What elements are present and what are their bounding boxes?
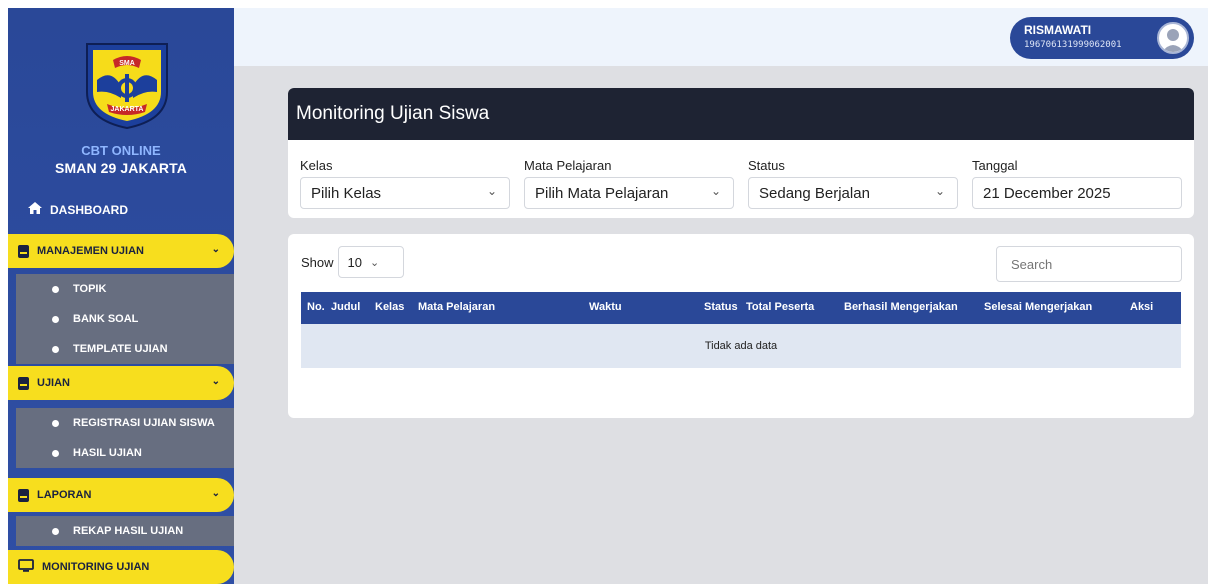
- home-icon: [28, 202, 42, 217]
- filter-label: Status: [748, 158, 785, 173]
- input-value: 21 December 2025: [983, 184, 1111, 202]
- search-input[interactable]: [996, 246, 1182, 282]
- submenu-manajemen-ujian: TOPIK BANK SOAL TEMPLATE UJIAN: [16, 274, 234, 364]
- column-header[interactable]: Status: [704, 301, 738, 313]
- sidebar-item-template-ujian[interactable]: TEMPLATE UJIAN: [16, 334, 234, 364]
- chevron-down-icon: ⌄: [710, 184, 721, 198]
- menu-label: LAPORAN: [37, 489, 92, 501]
- submenu-ujian: REGISTRASI UJIAN SISWA HASIL UJIAN: [16, 408, 234, 468]
- page-title: Monitoring Ujian Siswa: [288, 88, 1194, 140]
- column-header[interactable]: Waktu: [589, 301, 622, 313]
- main-content: Monitoring Ujian Siswa Kelas Pilih Kelas…: [234, 66, 1208, 584]
- chevron-down-icon: ⌄: [211, 244, 220, 255]
- menu-ujian[interactable]: UJIAN ⌄: [8, 366, 234, 400]
- select-value: Pilih Kelas: [311, 184, 382, 202]
- column-header[interactable]: Total Peserta: [746, 301, 814, 313]
- filter-tanggal: Tanggal 21 December 2025: [972, 158, 1182, 209]
- column-header[interactable]: Selesai Mengerjakan: [984, 301, 1092, 313]
- page-size-select[interactable]: 10 ⌄: [337, 246, 404, 278]
- school-logo: SMA JAKARTA: [83, 40, 171, 130]
- document-icon: [18, 244, 29, 258]
- sidebar: SMA JAKARTA CBT ONLINE SMAN 29 JAKARTA D…: [8, 8, 234, 584]
- sidebar-item-label: DASHBOARD: [50, 202, 128, 217]
- menu-monitoring-ujian[interactable]: MONITORING UJIAN: [8, 550, 234, 584]
- kelas-select[interactable]: Pilih Kelas ⌄: [300, 177, 510, 209]
- avatar: [1157, 22, 1189, 54]
- column-header[interactable]: Judul: [331, 301, 360, 313]
- menu-label: UJIAN: [37, 377, 71, 389]
- top-bar: RISMAWATI 196706131999062001: [234, 8, 1208, 66]
- filter-label: Tanggal: [972, 158, 1018, 173]
- sidebar-item-rekap-hasil-ujian[interactable]: REKAP HASIL UJIAN: [16, 516, 234, 546]
- sidebar-item-label: REGISTRASI UJIAN SISWA: [73, 417, 215, 429]
- page-size-control: Show 10 ⌄: [301, 246, 404, 278]
- menu-manajemen-ujian[interactable]: MANAJEMEN UJIAN ⌄: [8, 234, 234, 268]
- document-icon: [18, 488, 29, 502]
- bullet-icon: [52, 285, 59, 293]
- document-icon: [18, 376, 29, 390]
- chevron-down-icon: ⌄: [486, 184, 497, 198]
- tanggal-input[interactable]: 21 December 2025: [972, 177, 1182, 209]
- show-label: Show: [301, 254, 334, 270]
- column-header[interactable]: No.: [307, 301, 325, 313]
- user-menu[interactable]: RISMAWATI 196706131999062001: [1010, 17, 1194, 59]
- column-header[interactable]: Kelas: [375, 301, 404, 313]
- submenu-laporan: REKAP HASIL UJIAN: [16, 516, 234, 546]
- mata-pelajaran-select[interactable]: Pilih Mata Pelajaran ⌄: [524, 177, 734, 209]
- status-select[interactable]: Sedang Berjalan ⌄: [748, 177, 958, 209]
- table-header: No. Judul Kelas Mata Pelajaran Waktu Sta…: [301, 292, 1181, 324]
- filter-mata-pelajaran: Mata Pelajaran Pilih Mata Pelajaran ⌄: [524, 158, 734, 209]
- logo-text-bottom: JAKARTA: [111, 106, 144, 113]
- page-size-value: 10: [347, 254, 362, 270]
- bullet-icon: [52, 419, 59, 427]
- menu-laporan[interactable]: LAPORAN ⌄: [8, 478, 234, 512]
- bullet-icon: [52, 345, 59, 353]
- empty-table-row: Tidak ada data: [301, 324, 1181, 368]
- filter-status: Status Sedang Berjalan ⌄: [748, 158, 958, 209]
- bullet-icon: [52, 315, 59, 323]
- chevron-down-icon: ⌄: [211, 376, 220, 387]
- chevron-down-icon: ⌄: [934, 184, 945, 198]
- school-name: SMAN 29 JAKARTA: [55, 160, 187, 176]
- user-nip: 196706131999062001: [1024, 40, 1122, 50]
- column-header[interactable]: Berhasil Mengerjakan: [844, 301, 958, 313]
- table-card: Show 10 ⌄ No. Judul Kelas Mata Pelajaran…: [288, 234, 1194, 418]
- select-value: Sedang Berjalan: [759, 184, 870, 202]
- sidebar-item-dashboard[interactable]: DASHBOARD: [28, 202, 128, 217]
- menu-label: MONITORING UJIAN: [42, 561, 150, 573]
- column-header[interactable]: Aksi: [1130, 301, 1153, 313]
- sidebar-item-topik[interactable]: TOPIK: [16, 274, 234, 304]
- sidebar-item-label: REKAP HASIL UJIAN: [73, 525, 184, 537]
- chevron-down-icon: ⌄: [370, 256, 380, 269]
- empty-message: Tidak ada data: [704, 340, 778, 352]
- user-name: RISMAWATI: [1024, 23, 1092, 37]
- bullet-icon: [52, 527, 59, 535]
- sidebar-item-label: BANK SOAL: [73, 313, 139, 325]
- filter-card: Monitoring Ujian Siswa Kelas Pilih Kelas…: [288, 88, 1194, 218]
- monitoring-table: No. Judul Kelas Mata Pelajaran Waktu Sta…: [301, 292, 1181, 368]
- logo-text-top: SMA: [119, 60, 135, 67]
- column-header[interactable]: Mata Pelajaran: [418, 301, 495, 313]
- menu-label: MANAJEMEN UJIAN: [37, 245, 144, 257]
- filter-label: Mata Pelajaran: [524, 158, 612, 173]
- sidebar-item-registrasi-ujian-siswa[interactable]: REGISTRASI UJIAN SISWA: [16, 408, 234, 438]
- filter-label: Kelas: [300, 158, 333, 173]
- bullet-icon: [52, 449, 59, 457]
- sidebar-item-label: TOPIK: [73, 283, 107, 295]
- filter-kelas: Kelas Pilih Kelas ⌄: [300, 158, 510, 209]
- app-subtitle: CBT ONLINE: [81, 143, 161, 158]
- sidebar-item-label: TEMPLATE UJIAN: [73, 343, 168, 355]
- select-value: Pilih Mata Pelajaran: [535, 184, 669, 202]
- sidebar-item-hasil-ujian[interactable]: HASIL UJIAN: [16, 438, 234, 468]
- monitor-icon: [18, 559, 34, 575]
- sidebar-item-bank-soal[interactable]: BANK SOAL: [16, 304, 234, 334]
- sidebar-item-label: HASIL UJIAN: [73, 447, 142, 459]
- chevron-down-icon: ⌄: [211, 488, 220, 499]
